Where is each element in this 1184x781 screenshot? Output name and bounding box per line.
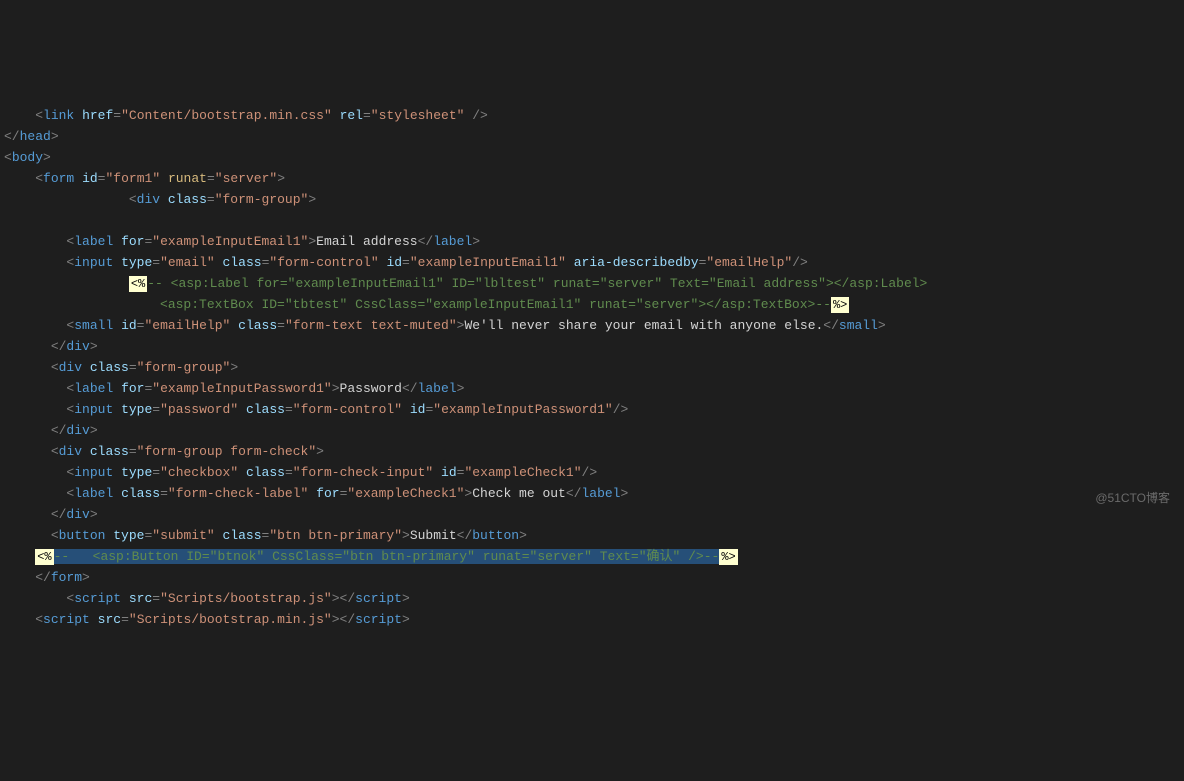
code-line: <button type="submit" class="btn btn-pri…	[4, 528, 527, 543]
code-line: <asp:TextBox ID="tbtest" CssClass="examp…	[4, 297, 849, 312]
code-line: </div>	[4, 507, 98, 522]
code-line: <label for="exampleInputEmail1">Email ad…	[4, 234, 480, 249]
code-line: </head>	[4, 129, 59, 144]
code-line: <label for="exampleInputPassword1">Passw…	[4, 381, 464, 396]
code-line: <input type="email" class="form-control"…	[4, 255, 808, 270]
code-line: <%-- <asp:Label for="exampleInputEmail1"…	[4, 276, 927, 291]
server-tag-close: %>	[831, 297, 849, 313]
code-line: <input type="password" class="form-contr…	[4, 402, 628, 417]
code-line: <small id="emailHelp" class="form-text t…	[4, 318, 886, 333]
server-tag-open: <%	[129, 276, 147, 292]
code-line-selected: <%-- <asp:Button ID="btnok" CssClass="bt…	[4, 549, 738, 564]
code-line: <label class="form-check-label" for="exa…	[4, 486, 628, 501]
code-line: <input type="checkbox" class="form-check…	[4, 465, 597, 480]
code-line: <div class="form-group form-check">	[4, 444, 324, 459]
code-line: <link href="Content/bootstrap.min.css" r…	[4, 108, 488, 123]
code-editor-view: <link href="Content/bootstrap.min.css" r…	[0, 84, 1184, 634]
code-line: </form>	[4, 570, 90, 585]
code-line: <script src="Scripts/bootstrap.js"></scr…	[4, 591, 410, 606]
server-tag-open: <%	[35, 549, 53, 565]
code-line: </div>	[4, 339, 98, 354]
code-line: <form id="form1" runat="server">	[4, 171, 285, 186]
code-line: </div>	[4, 423, 98, 438]
code-line: <script src="Scripts/bootstrap.min.js"><…	[4, 612, 410, 627]
code-line: <div class="form-group">	[4, 192, 316, 207]
code-line	[4, 213, 12, 228]
server-tag-close: %>	[719, 549, 737, 565]
code-line: <body>	[4, 150, 51, 165]
code-line: <div class="form-group">	[4, 360, 238, 375]
